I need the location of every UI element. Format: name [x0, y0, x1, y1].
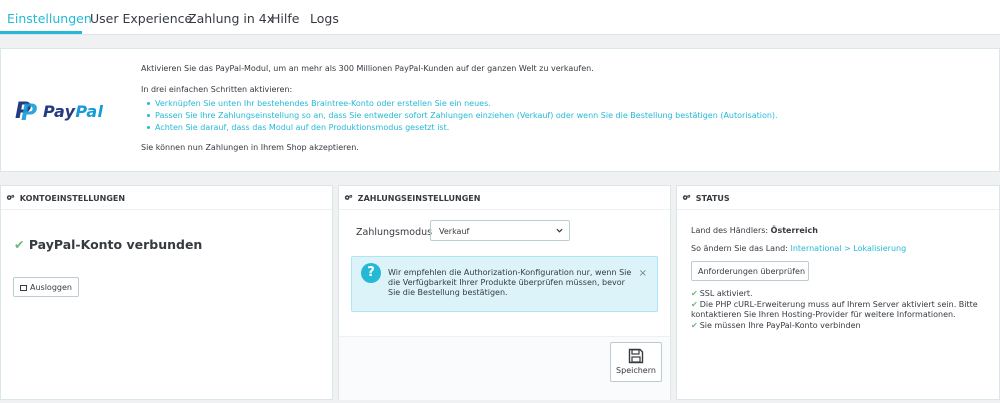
intro-panel: P P PayPal Aktivieren Sie das PayPal-Mod…	[0, 48, 1000, 172]
requirement-item: ✔ SSL aktiviert.	[691, 289, 753, 298]
payment-mode-select[interactable]: Verkauf	[430, 220, 570, 241]
intro-line-2: In drei einfachen Schritten aktivieren:	[141, 85, 293, 94]
tab-hilfe[interactable]: Hilfe	[271, 11, 299, 26]
intro-step-3[interactable]: Achten Sie darauf, dass das Modul auf de…	[147, 123, 778, 135]
intro-line-3: Sie können nun Zahlungen in Ihrem Shop a…	[141, 143, 359, 152]
merchant-country-label: Land des Händlers:	[691, 226, 769, 235]
status-panel: STATUS Land des Händlers: Österreich So …	[676, 185, 1000, 400]
tab-user-experience[interactable]: User Experience	[90, 11, 192, 26]
account-connected-status: ✔ PayPal-Konto verbunden	[14, 237, 202, 252]
logout-button[interactable]: Ausloggen	[13, 277, 79, 297]
question-icon: ?	[361, 263, 381, 283]
intro-steps: Verknüpfen Sie unten Ihr bestehendes Bra…	[147, 99, 778, 135]
intro-step-1[interactable]: Verknüpfen Sie unten Ihr bestehendes Bra…	[147, 99, 778, 111]
account-settings-header: KONTOEINSTELLUNGEN	[1, 186, 332, 210]
intro-step-2[interactable]: Passen Sie Ihre Zahlungseinstellung so a…	[147, 111, 778, 123]
check-icon: ✔	[691, 320, 698, 330]
payment-mode-value: Verkauf	[439, 227, 470, 236]
status-header: STATUS	[677, 186, 999, 210]
payment-settings-panel: ZAHLUNGSEINSTELLUNGEN Zahlungsmodus Verk…	[338, 185, 671, 400]
localization-link[interactable]: International > Lokalisierung	[790, 244, 906, 253]
gears-icon	[682, 194, 691, 200]
account-connected-text: PayPal-Konto verbunden	[28, 237, 203, 252]
tab-bar: Einstellungen User Experience Zahlung in…	[0, 0, 1000, 35]
logout-label: Ausloggen	[30, 283, 72, 292]
check-icon: ✔	[14, 237, 25, 252]
tab-einstellungen[interactable]: Einstellungen	[7, 11, 92, 26]
logout-icon	[20, 285, 27, 291]
status-title: STATUS	[695, 194, 730, 203]
intro-line-1: Aktivieren Sie das PayPal-Modul, um an m…	[141, 64, 594, 73]
payment-settings-header: ZAHLUNGSEINSTELLUNGEN	[339, 186, 670, 210]
check-requirements-button[interactable]: Anforderungen überprüfen	[691, 261, 809, 281]
requirements-list: ✔ SSL aktiviert. ✔ Die PHP cURL-Erweiterun…	[691, 289, 991, 331]
payment-settings-title: ZAHLUNGSEINSTELLUNGEN	[357, 194, 481, 203]
gears-icon	[344, 194, 353, 200]
paypal-logo-text-pal: Pal	[75, 102, 104, 121]
close-icon[interactable]: ×	[639, 268, 647, 279]
save-icon	[628, 348, 644, 364]
requirement-item: ✔ Sie müssen Ihre PayPal-Konto verbinden	[691, 320, 861, 330]
gears-icon	[6, 194, 15, 200]
authorization-info-alert: ? Wir empfehlen die Authorization-Konfig…	[351, 256, 658, 312]
merchant-country: Land des Händlers: Österreich	[691, 226, 818, 235]
change-country: So ändern Sie das Land: International > …	[691, 244, 906, 253]
tab-zahlung-in-4x[interactable]: Zahlung in 4x	[188, 11, 274, 26]
check-icon: ✔	[691, 289, 698, 298]
requirement-item: ✔ Die PHP cURL-Erweiterung muss auf Ihrem…	[691, 299, 978, 320]
change-country-label: So ändern Sie das Land:	[691, 244, 788, 253]
active-tab-indicator	[0, 31, 82, 34]
chevron-down-icon	[556, 228, 563, 233]
paypal-logo-text-pay: Pay	[43, 102, 76, 121]
save-button[interactable]: Speichern	[610, 342, 662, 382]
payment-mode-label: Zahlungsmodus	[356, 227, 433, 238]
account-settings-panel: KONTOEINSTELLUNGEN ✔ PayPal-Konto verbun…	[0, 185, 333, 400]
paypal-logo: P P PayPal	[15, 99, 104, 126]
tab-logs[interactable]: Logs	[310, 11, 339, 26]
check-icon: ✔	[691, 299, 698, 309]
save-label: Speichern	[616, 366, 656, 375]
alert-text: Wir empfehlen die Authorization-Konfigur…	[388, 268, 632, 297]
merchant-country-value: Österreich	[770, 226, 818, 235]
account-settings-title: KONTOEINSTELLUNGEN	[19, 194, 126, 203]
